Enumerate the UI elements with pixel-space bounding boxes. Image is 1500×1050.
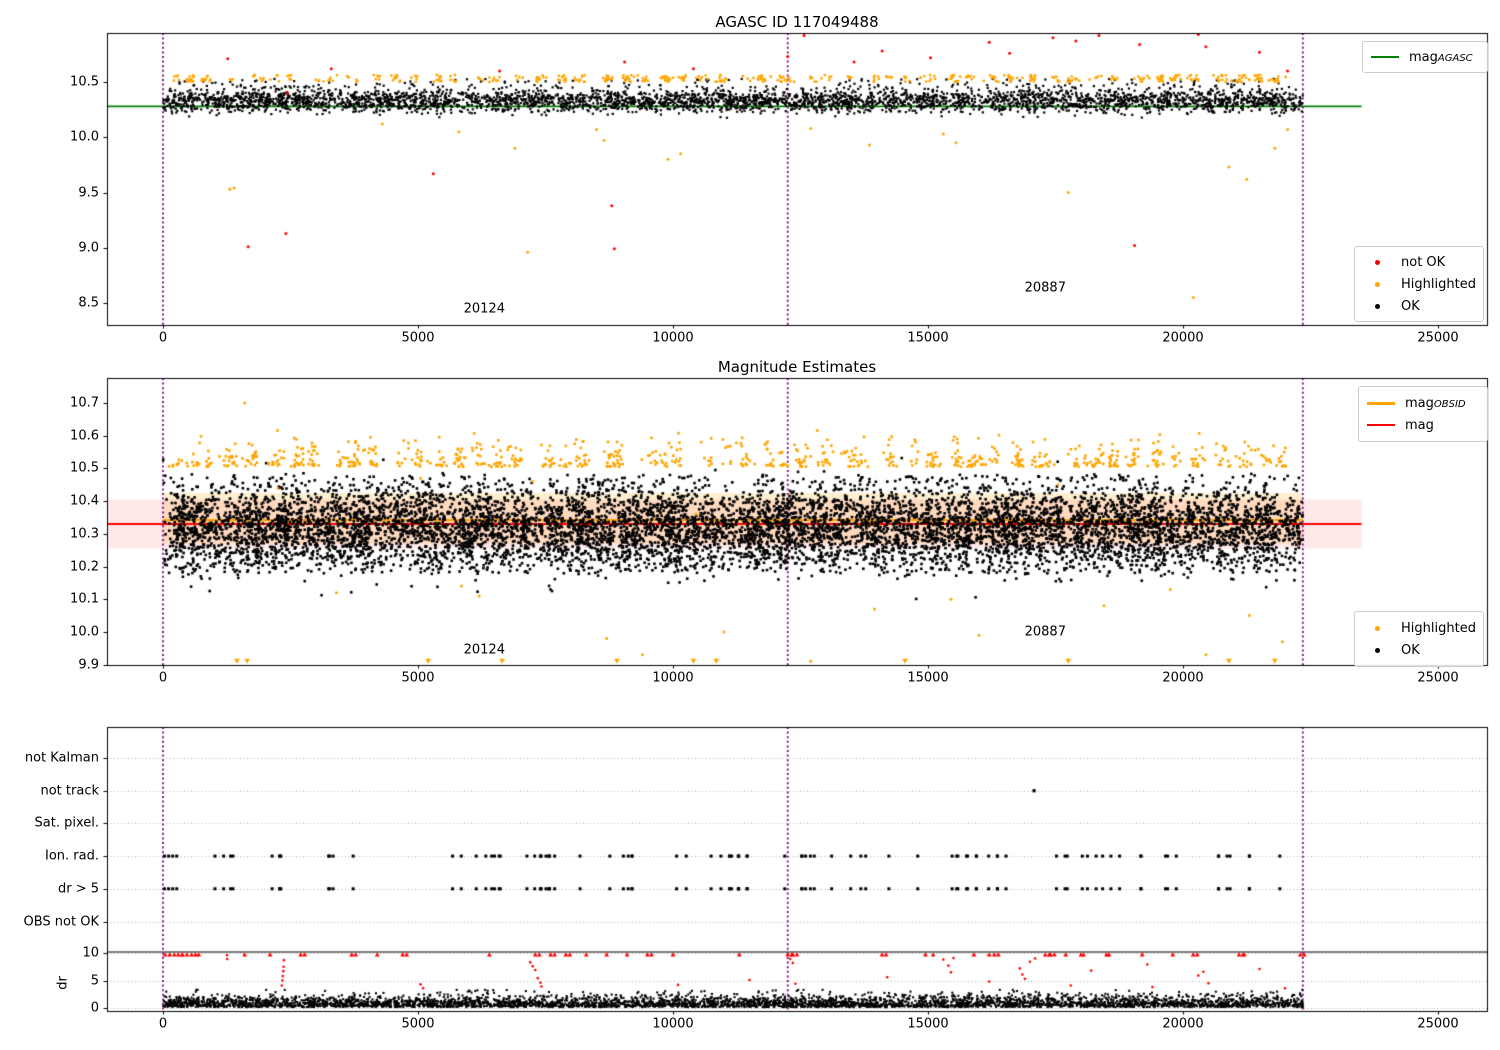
plot3-category-5: OBS not OK <box>23 914 100 929</box>
orange-dot-swatch-2 <box>1363 625 1391 631</box>
plot3-xtick-5000: 5000 <box>401 1016 435 1032</box>
plot1-ytick-10.5: 10.5 <box>70 74 99 90</box>
plot1-xtick-0: 0 <box>158 330 168 346</box>
orange-dot-swatch <box>1363 281 1391 287</box>
plot2-ytick-10.5: 10.5 <box>70 460 99 476</box>
legend-label-highlighted: Highlighted <box>1401 276 1476 292</box>
plot2-xtick-20000: 20000 <box>1162 670 1204 686</box>
plot2-ytick-10.1: 10.1 <box>70 591 99 607</box>
legend-item-ok-2: OK <box>1363 639 1475 661</box>
plot2-title: Magnitude Estimates <box>717 358 877 376</box>
legend-label-mag-agasc: magAGASC <box>1409 49 1473 65</box>
plots-canvas <box>0 0 1500 1050</box>
red-dot-swatch <box>1363 259 1391 265</box>
plot2-annotation-20124: 20124 <box>463 642 505 658</box>
plot1-annotation-20887: 20887 <box>1024 280 1066 296</box>
legend-item-mag-agasc: magAGASC <box>1371 46 1479 68</box>
plot1-ytick-9.0: 9.0 <box>78 240 99 256</box>
legend-label-not-ok: not OK <box>1401 254 1446 270</box>
legend-label-highlighted-2: Highlighted <box>1401 620 1476 636</box>
figure: AGASC ID 117049488 Magnitude Estimates m… <box>0 0 1500 1050</box>
legend-item-ok: OK <box>1363 295 1475 317</box>
plot2-ytick-9.9: 9.9 <box>78 657 99 673</box>
plot1-xtick-25000: 25000 <box>1417 330 1459 346</box>
plot3-xtick-10000: 10000 <box>652 1016 694 1032</box>
plot3-category-3: Ion. rad. <box>45 848 99 864</box>
green-line-swatch <box>1371 56 1399 58</box>
legend-mag-agasc[interactable]: magAGASC <box>1362 41 1488 73</box>
legend-item-not-ok: not OK <box>1363 251 1475 273</box>
legend-item-highlighted: Highlighted <box>1363 273 1476 295</box>
black-dot-swatch-2 <box>1363 647 1391 653</box>
legend-top-status[interactable]: not OK Highlighted OK <box>1354 246 1484 322</box>
plot2-ytick-10.2: 10.2 <box>70 559 99 574</box>
plot2-xtick-0: 0 <box>158 670 168 686</box>
plot3-xtick-20000: 20000 <box>1162 1016 1204 1032</box>
plot1-ytick-10.0: 10.0 <box>70 129 99 145</box>
plot3-dr-tick-0: 0 <box>90 1000 99 1016</box>
legend-label-mag-obsid: magOBSID <box>1405 395 1466 411</box>
plot2-ytick-10.6: 10.6 <box>70 428 99 444</box>
plot3-category-0: not Kalman <box>24 750 99 766</box>
plot3-category-1: not track <box>40 783 99 799</box>
plot1-xtick-5000: 5000 <box>401 330 435 346</box>
plot1-xtick-20000: 20000 <box>1162 330 1204 346</box>
plot1-annotation-20124: 20124 <box>463 301 505 317</box>
plot2-xtick-5000: 5000 <box>401 670 435 686</box>
black-dot-swatch <box>1363 303 1391 309</box>
plot3-dr-tick-5: 5 <box>90 973 99 988</box>
legend-item-mag: mag <box>1367 414 1479 436</box>
plot3-dr-axis-label: dr <box>55 976 71 991</box>
legend-label-ok-2: OK <box>1401 642 1420 658</box>
plot2-ytick-10.0: 10.0 <box>70 624 99 640</box>
plot2-xtick-15000: 15000 <box>907 670 949 686</box>
plot2-annotation-20887: 20887 <box>1024 624 1066 640</box>
plot3-xtick-15000: 15000 <box>907 1016 949 1032</box>
plot2-ytick-10.4: 10.4 <box>70 493 99 509</box>
plot2-ytick-10.3: 10.3 <box>70 526 99 542</box>
legend-item-highlighted-2: Highlighted <box>1363 617 1476 639</box>
plot2-xtick-10000: 10000 <box>652 670 694 686</box>
plot3-dr-tick-10: 10 <box>82 945 99 961</box>
plot3-category-4: dr > 5 <box>57 881 99 897</box>
plot3-category-2: Sat. pixel. <box>34 815 99 831</box>
legend-label-ok: OK <box>1401 298 1420 314</box>
legend-label-mag: mag <box>1405 417 1434 433</box>
plot2-xtick-25000: 25000 <box>1417 670 1459 686</box>
plot1-xtick-15000: 15000 <box>907 330 949 346</box>
legend-item-mag-obsid: magOBSID <box>1367 392 1479 414</box>
plot3-xtick-25000: 25000 <box>1417 1016 1459 1032</box>
plot2-ytick-10.7: 10.7 <box>70 395 99 411</box>
plot1-ytick-9.5: 9.5 <box>78 185 99 200</box>
plot3-xtick-0: 0 <box>158 1016 168 1032</box>
plot1-xtick-10000: 10000 <box>652 330 694 346</box>
legend-mid-lines[interactable]: magOBSID mag <box>1358 386 1488 442</box>
legend-mid-status[interactable]: Highlighted OK <box>1354 611 1484 667</box>
orange-line-swatch <box>1367 401 1395 405</box>
red-line-swatch <box>1367 424 1395 426</box>
plot1-ytick-8.5: 8.5 <box>78 295 99 311</box>
plot1-title: AGASC ID 117049488 <box>715 13 879 31</box>
